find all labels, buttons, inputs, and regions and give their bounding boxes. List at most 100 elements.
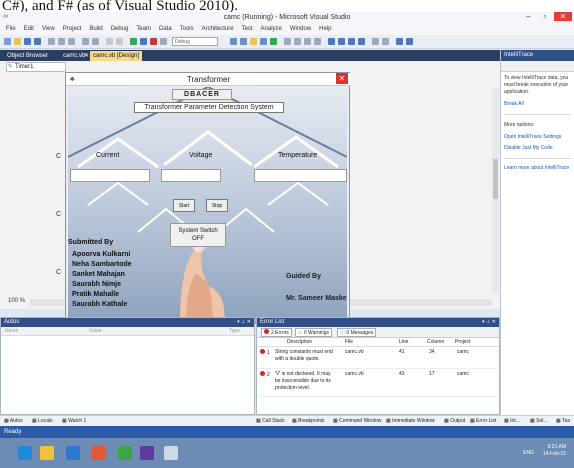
column-value[interactable]: Value: [89, 327, 101, 336]
start-orb-icon[interactable]: [18, 446, 32, 460]
pin-icon[interactable]: ▾ ⊥ ✕: [482, 318, 496, 327]
media-player-icon[interactable]: [92, 446, 106, 460]
break-all-icon[interactable]: [140, 38, 147, 45]
chrome-icon[interactable]: [118, 446, 132, 460]
voltage-textbox[interactable]: [161, 169, 221, 182]
column-description[interactable]: Description: [287, 338, 312, 347]
show-next-statement-icon[interactable]: [284, 38, 291, 45]
uncomment-icon[interactable]: [382, 38, 389, 45]
stop-debugging-icon[interactable]: [150, 38, 157, 45]
column-project[interactable]: Project: [455, 338, 471, 347]
start-button[interactable]: Start: [173, 199, 195, 212]
current-textbox[interactable]: [70, 169, 150, 182]
close-tab-icon[interactable]: ✕: [84, 52, 89, 59]
app-taskbar-icon[interactable]: [164, 446, 178, 460]
menu-tools[interactable]: Tools: [180, 24, 194, 35]
menu-file[interactable]: File: [6, 24, 16, 35]
solution-configuration-select[interactable]: Debug: [172, 37, 218, 46]
align-center-icon[interactable]: [348, 38, 355, 45]
copy-icon[interactable]: [58, 38, 65, 45]
tab-camc-vb-design[interactable]: camc.vb [Design]: [90, 51, 143, 61]
new-project-icon[interactable]: [4, 38, 11, 45]
tab-output[interactable]: ▦ Output: [444, 417, 465, 426]
tab-immediate-window[interactable]: ▦ Immediate Window: [386, 417, 435, 426]
hex-display-icon[interactable]: [328, 38, 335, 45]
menu-window[interactable]: Window: [290, 24, 311, 35]
column-name[interactable]: Name: [5, 327, 18, 336]
solution-explorer-icon[interactable]: [240, 38, 247, 45]
zoom-level[interactable]: 100 %: [8, 298, 25, 304]
stop-button[interactable]: Stop: [206, 199, 228, 212]
menu-data[interactable]: Data: [159, 24, 172, 35]
menu-project[interactable]: Project: [63, 24, 82, 35]
align-right-icon[interactable]: [358, 38, 365, 45]
toolbox-icon[interactable]: [270, 38, 277, 45]
paste-icon[interactable]: [68, 38, 75, 45]
object-browser-icon[interactable]: [260, 38, 267, 45]
tab-autos[interactable]: ▦ Autos: [4, 417, 23, 426]
menu-test[interactable]: Test: [242, 24, 253, 35]
tab-watch-1[interactable]: ▦ Watch 1: [62, 417, 86, 426]
restart-icon[interactable]: [160, 38, 167, 45]
step-into-icon[interactable]: [294, 38, 301, 45]
column-type[interactable]: Type: [229, 327, 240, 336]
redo-icon[interactable]: [92, 38, 99, 45]
open-intellitrace-settings-link[interactable]: Open IntelliTrace Settings: [501, 132, 574, 143]
pin-icon[interactable]: ▾ ⊥ ✕: [237, 318, 251, 327]
tab-call-stack[interactable]: ▦ Call Stack: [256, 417, 285, 426]
save-icon[interactable]: [24, 38, 31, 45]
continue-icon[interactable]: [130, 38, 137, 45]
break-all-link[interactable]: Break All: [501, 99, 574, 110]
comment-icon[interactable]: [372, 38, 379, 45]
menu-build[interactable]: Build: [89, 24, 102, 35]
tab-command-window[interactable]: ▦ Command Window: [333, 417, 381, 426]
properties-icon[interactable]: [250, 38, 257, 45]
learn-more-intellitrace-link[interactable]: Learn more about IntelliTrace: [501, 163, 574, 174]
navigate-back-icon[interactable]: [106, 38, 113, 45]
minimize-button[interactable]: –: [522, 12, 536, 21]
tab-team-explorer[interactable]: ▦ Tea: [556, 417, 570, 426]
error-row[interactable]: 1 String constants must end with a doubl…: [257, 347, 499, 369]
tab-breakpoints[interactable]: ▦ Breakpoints: [292, 417, 325, 426]
close-window-button[interactable]: ✕: [554, 12, 572, 21]
messages-filter-button[interactable]: ⓘ 0 Messages: [337, 328, 377, 337]
menu-view[interactable]: View: [42, 24, 55, 35]
tab-object-browser[interactable]: Object Browser: [4, 51, 51, 61]
designer-vertical-scrollbar[interactable]: [492, 89, 499, 294]
menu-edit[interactable]: Edit: [24, 24, 34, 35]
visual-studio-taskbar-icon[interactable]: [140, 446, 154, 460]
column-line[interactable]: Line: [399, 338, 408, 347]
temperature-textbox[interactable]: [254, 169, 347, 182]
column-file[interactable]: File: [345, 338, 353, 347]
step-over-icon[interactable]: [304, 38, 311, 45]
tab-locals[interactable]: ▦ Locals: [32, 417, 53, 426]
cut-icon[interactable]: [48, 38, 55, 45]
tab-intellitrace[interactable]: ▦ Int...: [504, 417, 520, 426]
step-out-icon[interactable]: [314, 38, 321, 45]
restore-button[interactable]: ▫: [538, 12, 552, 21]
open-file-icon[interactable]: [14, 38, 21, 45]
save-all-icon[interactable]: [34, 38, 41, 45]
next-bookmark-icon[interactable]: [406, 38, 413, 45]
system-switch-button[interactable]: System Switch OFF: [170, 223, 226, 247]
menu-analyze[interactable]: Analyze: [261, 24, 282, 35]
warnings-filter-button[interactable]: ⚠ 0 Warnings: [295, 328, 332, 337]
bookmark-icon[interactable]: [396, 38, 403, 45]
tab-error-list[interactable]: ▦ Error List: [470, 417, 496, 426]
explorer-icon[interactable]: [40, 446, 54, 460]
navigate-forward-icon[interactable]: [116, 38, 123, 45]
menu-team[interactable]: Team: [136, 24, 151, 35]
tab-solution-explorer[interactable]: ▦ Sol...: [530, 417, 548, 426]
align-left-icon[interactable]: [338, 38, 345, 45]
internet-explorer-icon[interactable]: [66, 446, 80, 460]
component-tray-tab[interactable]: ✎ Timer1: [6, 62, 66, 72]
menu-help[interactable]: Help: [319, 24, 331, 35]
error-row[interactable]: 2 'V' is not declared. It may be inacces…: [257, 369, 499, 397]
errors-filter-button[interactable]: 2 Errors: [261, 328, 292, 337]
tray-language[interactable]: ENG: [523, 450, 534, 456]
taskbar-clock[interactable]: 9:21 AM 14-Feb-15: [543, 444, 566, 458]
undo-icon[interactable]: [82, 38, 89, 45]
form-close-button[interactable]: ✕: [336, 73, 348, 84]
column-column[interactable]: Column: [427, 338, 444, 347]
disable-just-my-code-link[interactable]: Disable Just My Code: [501, 143, 574, 154]
